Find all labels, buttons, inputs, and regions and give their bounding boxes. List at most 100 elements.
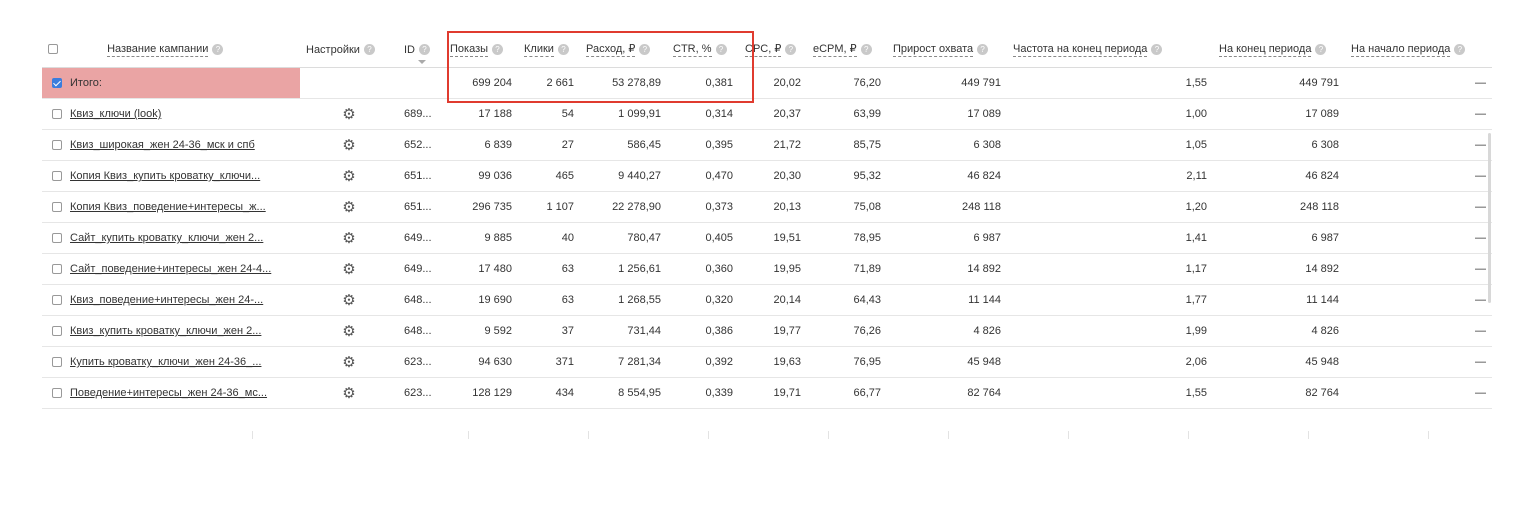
- row-checkbox[interactable]: [52, 109, 62, 120]
- col-header-ctr[interactable]: CTR, %?: [667, 33, 739, 68]
- col-header-spend-label[interactable]: Расход, ₽: [586, 43, 636, 57]
- gear-icon[interactable]: ⚙: [342, 385, 355, 402]
- gear-icon[interactable]: ⚙: [342, 168, 355, 185]
- gear-icon[interactable]: ⚙: [342, 354, 355, 371]
- col-header-ecpm-label[interactable]: eCPM, ₽: [813, 43, 857, 57]
- help-icon[interactable]: ?: [1315, 43, 1327, 55]
- table-row: Квиз_поведение+интересы_жен 24-... ⚙ 648…: [42, 284, 1492, 316]
- gear-icon[interactable]: ⚙: [342, 230, 355, 247]
- campaign-link[interactable]: Квиз_поведение+интересы_жен 24-...: [70, 294, 263, 306]
- total-freq-end: 1,55: [1007, 67, 1213, 99]
- help-icon[interactable]: ?: [639, 43, 651, 55]
- row-ctr: 0,314: [667, 98, 739, 130]
- row-impressions: 17 480: [444, 253, 518, 285]
- vertical-scrollbar[interactable]: [1488, 133, 1491, 303]
- gear-icon[interactable]: ⚙: [342, 292, 355, 309]
- campaign-link[interactable]: Копия Квиз_купить кроватку_ключи...: [70, 170, 260, 182]
- campaign-link[interactable]: Копия Квиз_поведение+интересы_ж...: [70, 201, 266, 213]
- col-header-freq-end[interactable]: Частота на конец периода?: [1007, 33, 1213, 68]
- gear-icon[interactable]: ⚙: [342, 137, 355, 154]
- row-id: 651...: [398, 191, 444, 223]
- col-header-cpc[interactable]: CPC, ₽?: [739, 33, 807, 68]
- gear-icon[interactable]: ⚙: [342, 261, 355, 278]
- row-spend: 1 256,61: [580, 253, 667, 285]
- table-row: Копия Квиз_поведение+интересы_ж... ⚙ 651…: [42, 191, 1492, 223]
- help-icon[interactable]: ?: [977, 43, 989, 55]
- help-icon[interactable]: ?: [860, 43, 872, 55]
- sort-desc-icon[interactable]: [418, 60, 426, 64]
- campaign-link[interactable]: Сайт_поведение+интересы_жен 24-4...: [70, 263, 271, 275]
- campaign-link[interactable]: Квиз_широкая_жен 24-36_мск и спб: [70, 139, 255, 151]
- gear-icon[interactable]: ⚙: [342, 199, 355, 216]
- help-icon[interactable]: ?: [212, 43, 224, 55]
- gear-icon[interactable]: ⚙: [342, 323, 355, 340]
- col-header-impressions-label[interactable]: Показы: [450, 43, 489, 57]
- campaign-link[interactable]: Купить кроватку_ключи_жен 24-36_...: [70, 356, 261, 368]
- row-settings-cell: ⚙: [300, 98, 398, 130]
- row-reach-growth: 4 826: [887, 315, 1007, 347]
- select-all-checkbox[interactable]: [48, 44, 58, 55]
- help-icon[interactable]: ?: [1151, 43, 1163, 55]
- row-spend: 1 099,91: [580, 98, 667, 130]
- col-header-name[interactable]: Название кампании?: [42, 33, 300, 68]
- col-header-reach-start-label[interactable]: На начало периода: [1351, 43, 1451, 57]
- col-header-spend[interactable]: Расход, ₽?: [580, 33, 667, 68]
- help-icon[interactable]: ?: [1454, 43, 1466, 55]
- row-ecpm: 85,75: [807, 129, 887, 161]
- col-header-id[interactable]: ID?: [398, 33, 444, 68]
- col-header-id-label[interactable]: ID: [404, 44, 415, 57]
- help-icon[interactable]: ?: [715, 43, 727, 55]
- row-id: 651...: [398, 160, 444, 192]
- row-reach-growth: 6 987: [887, 222, 1007, 254]
- col-header-ecpm[interactable]: eCPM, ₽?: [807, 33, 887, 68]
- col-header-clicks[interactable]: Клики?: [518, 33, 580, 68]
- col-header-impressions[interactable]: Показы?: [444, 33, 518, 68]
- row-id: 648...: [398, 315, 444, 347]
- row-settings-cell: ⚙: [300, 191, 398, 223]
- col-header-reach-growth[interactable]: Прирост охвата?: [887, 33, 1007, 68]
- row-checkbox[interactable]: [52, 233, 62, 244]
- row-freq-end: 1,55: [1007, 377, 1213, 409]
- row-cpc: 21,72: [739, 129, 807, 161]
- row-checkbox[interactable]: [52, 140, 62, 151]
- col-header-reach-end[interactable]: На конец периода?: [1213, 33, 1345, 68]
- row-checkbox[interactable]: [52, 202, 62, 213]
- campaign-link[interactable]: Квиз_ключи (look): [70, 108, 161, 120]
- row-settings-cell: ⚙: [300, 253, 398, 285]
- row-checkbox[interactable]: [52, 171, 62, 182]
- row-checkbox[interactable]: [52, 326, 62, 337]
- total-spend: 53 278,89: [580, 67, 667, 99]
- help-icon[interactable]: ?: [363, 44, 375, 56]
- campaign-link[interactable]: Сайт_купить кроватку_ключи_жен 2...: [70, 232, 263, 244]
- col-header-cpc-label[interactable]: CPC, ₽: [745, 43, 782, 57]
- row-ecpm: 76,95: [807, 346, 887, 378]
- row-spend: 22 278,90: [580, 191, 667, 223]
- row-checkbox[interactable]: [52, 357, 62, 368]
- row-spend: 8 554,95: [580, 377, 667, 409]
- row-checkbox[interactable]: [52, 295, 62, 306]
- total-cpc: 20,02: [739, 67, 807, 99]
- row-freq-end: 1,20: [1007, 191, 1213, 223]
- gear-icon[interactable]: ⚙: [342, 106, 355, 123]
- row-name-cell: Копия Квиз_поведение+интересы_ж...: [42, 191, 300, 223]
- help-icon[interactable]: ?: [492, 43, 504, 55]
- col-header-ctr-label[interactable]: CTR, %: [673, 43, 712, 57]
- col-header-clicks-label[interactable]: Клики: [524, 43, 554, 57]
- col-header-reach-growth-label[interactable]: Прирост охвата: [893, 43, 974, 57]
- row-reach-growth: 45 948: [887, 346, 1007, 378]
- help-icon[interactable]: ?: [557, 43, 569, 55]
- help-icon[interactable]: ?: [419, 44, 430, 56]
- col-header-name-label[interactable]: Название кампании: [107, 43, 209, 57]
- row-id: 652...: [398, 129, 444, 161]
- col-header-freq-end-label[interactable]: Частота на конец периода: [1013, 43, 1148, 57]
- col-header-reach-start[interactable]: На начало периода?: [1345, 33, 1492, 68]
- row-checkbox[interactable]: [52, 264, 62, 275]
- row-settings-cell: ⚙: [300, 315, 398, 347]
- help-icon[interactable]: ?: [785, 43, 797, 55]
- col-header-reach-end-label[interactable]: На конец периода: [1219, 43, 1312, 57]
- campaign-link[interactable]: Поведение+интересы_жен 24-36_мс...: [70, 387, 267, 399]
- row-ctr: 0,320: [667, 284, 739, 316]
- row-checkbox[interactable]: [52, 388, 62, 399]
- campaign-link[interactable]: Квиз_купить кроватку_ключи_жен 2...: [70, 325, 261, 337]
- total-checkbox[interactable]: [52, 78, 62, 89]
